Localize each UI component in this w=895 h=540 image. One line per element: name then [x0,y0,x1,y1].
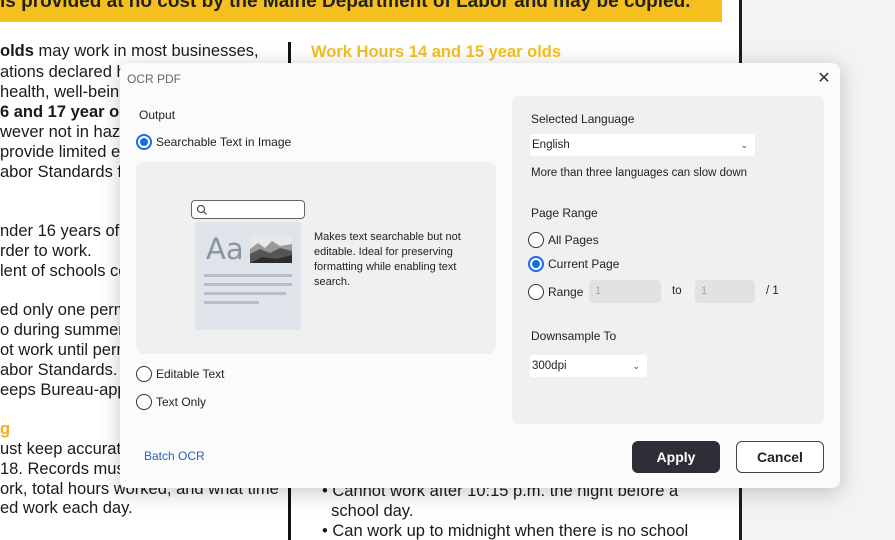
document-text-line: ot work until perm [0,341,130,360]
radio-all-pages[interactable]: All Pages [528,232,599,248]
document-text-line: olds may work in most businesses, [0,42,259,61]
chevron-down-icon: ⌄ [740,140,748,150]
document-text-segment: rder to work. [0,242,92,260]
range-to-input[interactable]: 1 [695,280,755,303]
range-from-input[interactable]: 1 [589,280,661,303]
illustration-line [204,274,292,277]
apply-button[interactable]: Apply [632,441,720,473]
document-text-line: rder to work. [0,242,92,261]
document-text-segment: 18. Records must [0,460,130,478]
document-text-segment: wever not in haza [0,123,130,141]
document-text-line: 6 and 17 year ol [0,103,124,122]
language-title: Selected Language [531,112,635,126]
radio-unchecked-icon [528,284,544,300]
illustration-line [204,292,286,295]
downsample-title: Downsample To [531,329,617,343]
document-text-segment: provide limited ex [0,143,129,161]
radio-range[interactable]: Range [528,284,583,300]
document-text-line: health, well-bein [0,83,119,102]
document-text-line: • Can work up to midnight when there is … [322,522,689,540]
document-text-line: wever not in haza [0,123,129,142]
document-text-segment: abor Standards fo [0,163,132,181]
radio-checked-icon [528,256,544,272]
document-text-line: abor Standards. [0,361,117,380]
document-text-line: provide limited ex [0,143,128,162]
range-label: Range [548,285,584,299]
downsample-value: 300dpi [532,360,567,372]
chevron-down-icon: ⌄ [632,361,640,371]
page-range-title: Page Range [531,206,598,220]
language-select[interactable]: English ⌄ [530,134,755,156]
radio-text-only-label: Text Only [156,395,207,409]
downsample-select[interactable]: 300dpi ⌄ [530,355,647,377]
radio-current-page[interactable]: Current Page [528,256,619,272]
document-text-line: ed only one perm [0,301,128,320]
document-text-line: ust keep accurat [0,440,121,459]
radio-unchecked-icon [528,232,544,248]
close-icon[interactable]: ✕ [814,69,834,89]
document-text-line: abor Standards fo [0,163,131,182]
document-text-segment: ed work each day. [0,499,133,517]
illustration-search-box [191,200,305,219]
radio-unchecked-icon [136,394,152,410]
document-right-heading: Work Hours 14 and 15 year olds [311,43,562,61]
radio-editable-label: Editable Text [156,367,225,381]
document-text-segment: nder 16 years of [0,222,120,240]
document-text-segment: ust keep accurat [0,440,122,458]
document-illustration: Aa [195,222,301,330]
illustration-line [204,301,259,304]
document-text-segment: health, well-bein [0,83,120,101]
settings-panel: Selected Language English ⌄ More than th… [512,96,824,424]
output-section-title: Output [139,108,176,122]
batch-ocr-link[interactable]: Batch OCR [144,449,205,463]
illustration-text: Aa [206,232,244,266]
image-icon [250,235,292,263]
document-text-line: eeps Bureau-app [0,381,127,400]
document-text-segment: eeps Bureau-app [0,381,127,399]
document-text-line: o during summer [0,321,124,340]
output-description: Makes text searchable but not editable. … [314,231,461,288]
document-text-line: school day. [322,502,414,520]
document-text-segment: ations declared h [0,63,126,81]
ocr-pdf-dialog: OCR PDF ✕ Output Searchable Text in Imag… [120,63,840,488]
radio-unchecked-icon [136,366,152,382]
dialog-title: OCR PDF [127,72,181,86]
cancel-button[interactable]: Cancel [736,441,824,473]
search-icon [196,204,207,215]
radio-checked-icon [136,134,152,150]
language-value: English [532,139,570,151]
document-text-segment: may work in most businesses, [33,42,259,60]
document-text-line: g [0,420,10,439]
document-text-segment: ot work until perm [0,341,131,359]
illustration-line [204,283,292,286]
document-text-segment: olds [0,42,34,60]
document-banner-text: is provided at no cost by the Maine Depa… [0,0,691,12]
radio-searchable-text[interactable]: Searchable Text in Image [136,134,291,150]
document-text-segment: lent of schools ce [0,262,128,280]
radio-editable-text[interactable]: Editable Text [136,366,225,382]
document-text-segment: 6 and 17 year ol [0,103,124,121]
range-total: / 1 [766,285,779,297]
language-note: More than three languages can slow down [531,167,748,179]
radio-searchable-label: Searchable Text in Image [156,135,292,149]
document-text-line: 18. Records must [0,460,129,479]
output-preview-card: Aa Makes text searchable but not editabl… [136,162,496,354]
document-text-segment: abor Standards. [0,361,118,379]
document-text-segment: g [0,420,11,438]
all-pages-label: All Pages [548,233,599,247]
document-text-segment: o during summer [0,321,124,339]
document-text-line: ed work each day. [0,499,133,518]
document-text-line: ations declared h [0,63,126,82]
document-text-line: nder 16 years of [0,222,119,241]
radio-text-only[interactable]: Text Only [136,394,206,410]
current-page-label: Current Page [548,257,620,271]
document-text-line: lent of schools ce [0,262,128,281]
range-to-label: to [672,285,682,297]
document-text-segment: ed only one perm [0,301,128,319]
